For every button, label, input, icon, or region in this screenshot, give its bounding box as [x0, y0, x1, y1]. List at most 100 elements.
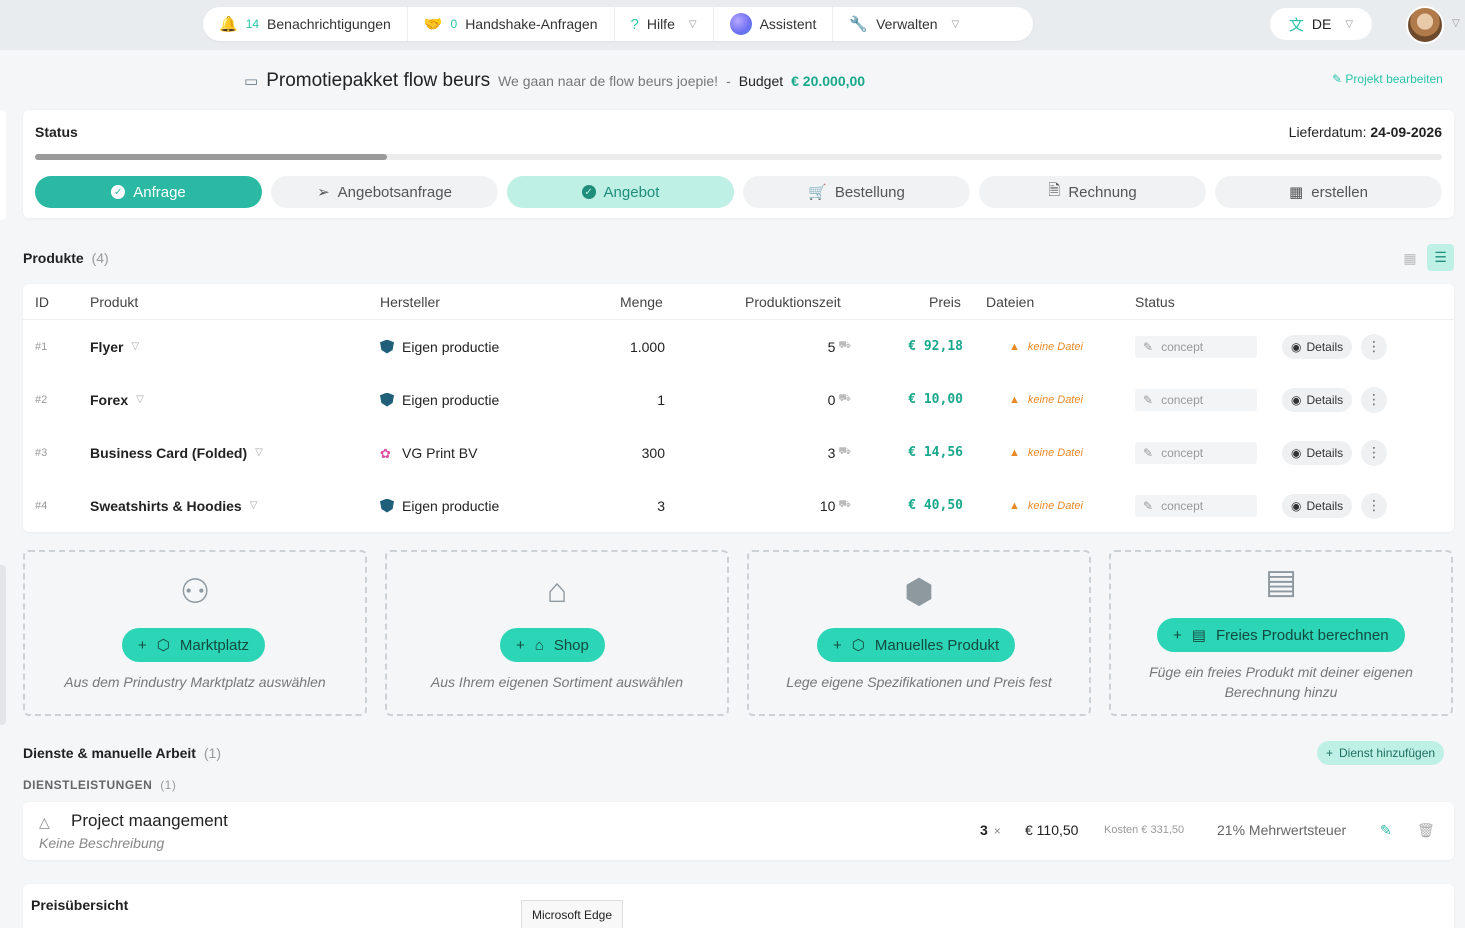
products-table: ID Produkt Hersteller Menge Produktionsz…: [23, 284, 1454, 532]
list-view-icon[interactable]: ☰: [1427, 244, 1454, 271]
files: ▲ keine Datei: [1009, 320, 1083, 373]
status-cell: ✎ concept: [1135, 479, 1257, 532]
free-product-label: Freies Produkt berechnen: [1215, 626, 1389, 644]
notifications-count: 14: [245, 17, 260, 31]
side-panel-edge: [0, 110, 6, 220]
handshake-label: Handshake-Anfragen: [465, 16, 598, 32]
more-cell: ⋮: [1361, 426, 1387, 479]
details-label: Details: [1306, 498, 1344, 513]
vg-print-logo-icon: ✿: [380, 445, 391, 461]
table-row[interactable]: #2 Forex ▽ Eigen productie 1 0 ⛟ € 10,00 ▲…: [23, 373, 1454, 426]
chevron-down-icon[interactable]: ▽: [255, 447, 263, 458]
free-product-button[interactable]: + ▤ Freies Produkt berechnen: [1157, 618, 1405, 652]
add-marketplace-card: ⚇ + ⬡ Marktplatz Aus dem Prindustry Mark…: [23, 550, 367, 716]
edit-project-link[interactable]: ✎ Projekt bearbeiten: [1332, 72, 1443, 86]
avatar[interactable]: [1406, 6, 1444, 44]
more-options-icon[interactable]: ⋮: [1361, 492, 1387, 519]
product-name-text: Sweatshirts & Hoodies: [90, 497, 242, 514]
chevron-down-icon[interactable]: ▽: [1452, 18, 1460, 29]
product-name[interactable]: Sweatshirts & Hoodies ▽: [90, 479, 257, 532]
more-cell: ⋮: [1361, 320, 1387, 373]
separator: -: [726, 73, 731, 89]
more-options-icon[interactable]: ⋮: [1361, 439, 1387, 466]
add-shop-card: ⌂ + ⌂ Shop Aus Ihrem eigenen Sortiment a…: [385, 550, 729, 716]
status-progress-fill: [35, 154, 387, 160]
manufacturer-text: VG Print BV: [402, 444, 478, 461]
details-button[interactable]: ◉ Details: [1282, 493, 1353, 518]
notifications-button[interactable]: 🔔 14 Benachrichtigungen: [203, 7, 408, 41]
project-title: Promotiepakket flow beurs: [266, 70, 491, 91]
top-navigation: 🔔 14 Benachrichtigungen 🤝 0 Handshake-An…: [203, 7, 1033, 41]
service-item[interactable]: △ Project maangement Keine Beschreibung …: [23, 802, 1454, 860]
product-name-text: Flyer: [90, 338, 124, 355]
details-button[interactable]: ◉ Details: [1282, 387, 1353, 412]
assistant-button[interactable]: Assistent: [714, 7, 834, 41]
notifications-label: Benachrichtigungen: [267, 16, 391, 32]
handshake-count: 0: [450, 17, 458, 31]
service-bell-icon: △: [39, 814, 50, 830]
shop-button[interactable]: + ⌂ Shop: [500, 628, 605, 662]
check-icon: ✓: [581, 185, 596, 199]
service-cost: Kosten € 331,50: [1104, 824, 1185, 836]
step-label: Anfrage: [133, 183, 186, 201]
eye-icon: ◉: [1291, 339, 1302, 354]
delivery-date: Lieferdatum: 24-09-2026: [1289, 124, 1442, 140]
step-anfrage[interactable]: ✓ Anfrage: [35, 176, 262, 208]
status-text: concept: [1161, 339, 1204, 354]
step-angebotsanfrage[interactable]: ➢ Angebotsanfrage: [271, 176, 498, 208]
status-badge: ✎ concept: [1135, 335, 1257, 358]
chevron-down-icon[interactable]: ▽: [250, 500, 258, 511]
production-time: 3 ⛟: [783, 426, 851, 479]
help-button[interactable]: ? Hilfe ▽: [615, 7, 714, 41]
step-rechnung[interactable]: 🗎 Rechnung: [979, 176, 1206, 208]
product-name[interactable]: Flyer ▽: [90, 320, 139, 373]
help-label: Hilfe: [646, 16, 675, 32]
price: € 40,50: [908, 498, 963, 513]
project-subtitle: We gaan naar de flow beurs joepie!: [498, 73, 719, 89]
details-button[interactable]: ◉ Details: [1282, 440, 1353, 465]
chevron-down-icon[interactable]: ▽: [131, 341, 139, 352]
manage-button[interactable]: 🔧 Verwalten ▽: [833, 7, 975, 41]
table-row[interactable]: #1 Flyer ▽ Eigen productie 1.000 5 ⛟ € 92,…: [23, 320, 1454, 373]
pencil-icon[interactable]: ✎: [1380, 822, 1392, 839]
product-name[interactable]: Forex ▽: [90, 373, 144, 426]
price: € 14,56: [908, 445, 963, 460]
chevron-down-icon[interactable]: ▽: [136, 394, 144, 405]
step-angebot[interactable]: ✓ Angebot: [507, 176, 734, 208]
check-icon: ✓: [111, 185, 126, 199]
handshake-button[interactable]: 🤝 0 Handshake-Anfragen: [408, 7, 615, 41]
language-selector[interactable]: 文 DE ▽: [1270, 8, 1372, 40]
column-header: Produktionszeit: [745, 294, 841, 310]
column-header: Menge: [620, 294, 663, 310]
marketplace-button[interactable]: + ⬡ Marktplatz: [122, 628, 266, 662]
status-card: Status Lieferdatum: 24-09-2026 ✓ Anfrage…: [23, 110, 1454, 218]
products-count: (4): [91, 250, 109, 266]
step-bestellung[interactable]: 🛒 Bestellung: [743, 176, 970, 208]
shop-label: Shop: [553, 636, 589, 654]
language-label: DE: [1311, 16, 1332, 32]
more-options-icon[interactable]: ⋮: [1361, 386, 1387, 413]
more-cell: ⋮: [1361, 479, 1387, 532]
step-erstellen[interactable]: ▦ erstellen: [1215, 176, 1442, 208]
assistant-orb-icon: [729, 13, 752, 35]
manufacturer: Eigen productie: [380, 479, 499, 532]
project-header: ▭ Promotiepakket flow beurs We gaan naar…: [244, 68, 865, 94]
more-options-icon[interactable]: ⋮: [1361, 333, 1387, 360]
add-service-button[interactable]: + Dienst hinzufügen: [1317, 741, 1445, 765]
files: ▲ keine Datei: [1009, 426, 1083, 479]
product-name[interactable]: Business Card (Folded) ▽: [90, 426, 263, 479]
table-row[interactable]: #4 Sweatshirts & Hoodies ▽ Eigen producti…: [23, 479, 1454, 532]
manage-label: Verwalten: [876, 16, 938, 32]
trash-icon[interactable]: 🗑: [1417, 822, 1435, 839]
shield-icon: [380, 339, 394, 354]
table-row[interactable]: #3 Business Card (Folded) ▽ ✿ VG Print BV …: [23, 426, 1454, 479]
grid-view-icon[interactable]: ▦: [1398, 246, 1422, 270]
add-free-card: ▤ + ▤ Freies Produkt berechnen Füge ein …: [1109, 550, 1453, 716]
production-time-value: 5: [827, 338, 836, 355]
edit-icon: ✎: [1143, 445, 1154, 460]
budget-label: Budget: [738, 73, 784, 89]
manual-product-button[interactable]: + ⬡ Manuelles Produkt: [817, 628, 1016, 662]
manual-product-desc: Lege eigene Spezifikationen und Preis fe…: [786, 674, 1052, 690]
people-carry-icon: ⚇: [179, 573, 211, 611]
details-button[interactable]: ◉ Details: [1282, 334, 1353, 359]
